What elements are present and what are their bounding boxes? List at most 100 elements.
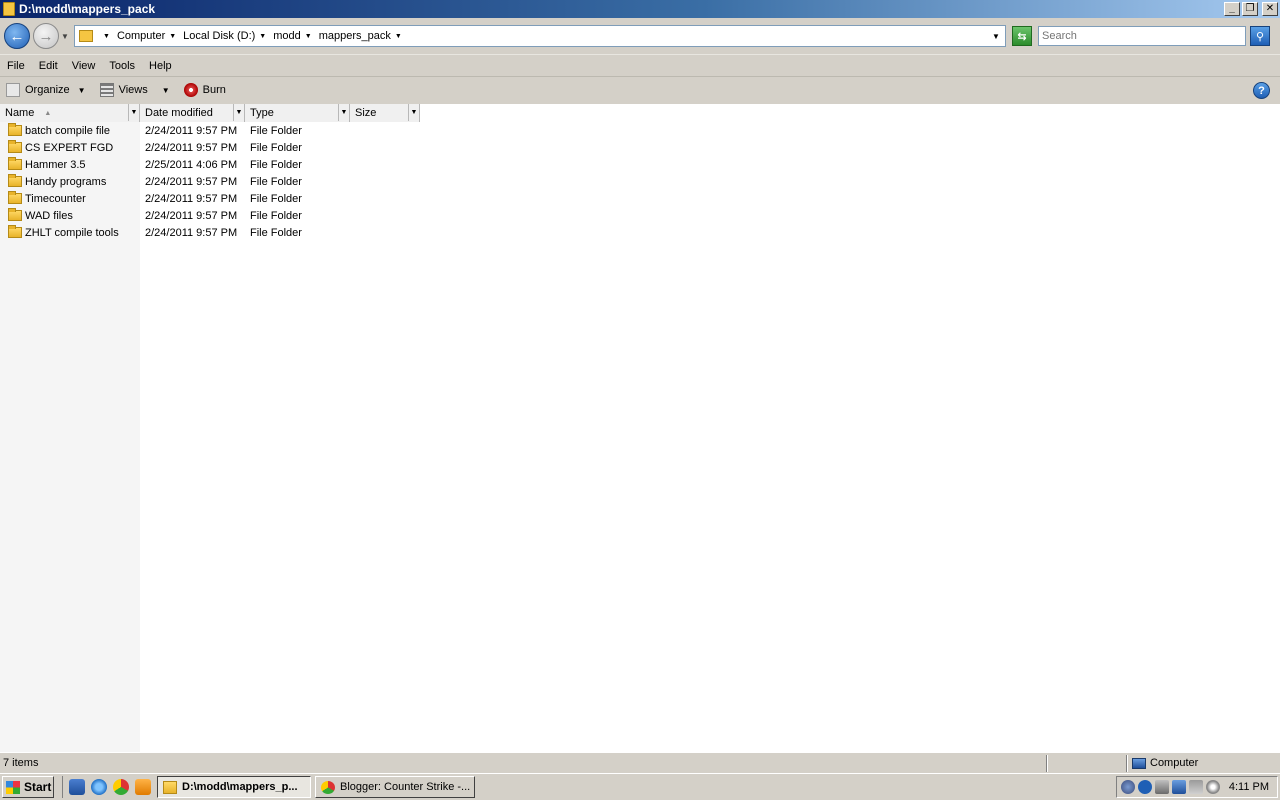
volume-icon[interactable] xyxy=(1206,780,1220,794)
magnifier-icon: ⚲ xyxy=(1255,30,1265,43)
start-label: Start xyxy=(24,780,52,794)
file-name[interactable]: Handy programs xyxy=(25,176,106,188)
breadcrumb-modd[interactable]: modd xyxy=(273,30,301,42)
file-name[interactable]: CS EXPERT FGD xyxy=(25,142,113,154)
breadcrumb-mappers-pack[interactable]: mappers_pack xyxy=(319,30,391,42)
app-c-icon[interactable] xyxy=(1138,780,1152,794)
close-button[interactable]: ✕ xyxy=(1262,2,1278,16)
file-date: 2/24/2011 9:57 PM xyxy=(145,192,238,205)
table-row[interactable]: Hammer 3.5 2/25/2011 4:06 PM File Folder xyxy=(0,156,350,173)
minimize-button[interactable]: _ xyxy=(1224,2,1240,16)
network-globe-icon[interactable] xyxy=(1121,780,1135,794)
title-bar[interactable]: D:\modd\mappers_pack _ ❐ ✕ xyxy=(0,0,1280,18)
folder-icon xyxy=(163,780,177,794)
search-input[interactable] xyxy=(1038,26,1246,46)
file-date: 2/25/2011 4:06 PM xyxy=(145,158,238,171)
menu-help[interactable]: Help xyxy=(142,60,179,72)
taskbar: Start D:\modd\mappers_p... Blogger: Coun… xyxy=(0,773,1280,800)
item-count: 7 items xyxy=(0,754,1047,772)
folder-icon xyxy=(3,2,15,16)
burn-label: Burn xyxy=(202,84,226,96)
file-name[interactable]: batch compile file xyxy=(25,125,110,137)
restore-button[interactable]: ❐ xyxy=(1242,2,1258,16)
table-row[interactable]: Timecounter 2/24/2011 9:57 PM File Folde… xyxy=(0,190,350,207)
file-name[interactable]: ZHLT compile tools xyxy=(25,227,119,239)
table-row[interactable]: WAD files 2/24/2011 9:57 PM File Folder xyxy=(0,207,350,224)
chevron-down-icon[interactable]: ▼ xyxy=(169,33,176,40)
chevron-down-icon[interactable]: ▼ xyxy=(103,33,110,40)
address-bar[interactable]: ▼ Computer ▼ Local Disk (D:) ▼ modd ▼ ma… xyxy=(74,25,1006,47)
views-button[interactable]: Views ▼ xyxy=(99,83,170,97)
column-filter-dropdown[interactable]: ▼ xyxy=(408,104,419,121)
file-type: File Folder xyxy=(250,141,302,154)
taskbar-item-label: D:\modd\mappers_p... xyxy=(182,781,298,793)
recent-pages-dropdown[interactable]: ▼ xyxy=(60,32,70,41)
column-type-label: Type xyxy=(250,107,274,119)
taskbar-item-explorer[interactable]: D:\modd\mappers_p... xyxy=(157,776,311,798)
help-button[interactable]: ? xyxy=(1253,82,1270,99)
menu-bar: File Edit View Tools Help xyxy=(0,54,1280,76)
chevron-down-icon[interactable]: ▼ xyxy=(259,33,266,40)
quick-launch xyxy=(62,776,151,798)
file-name[interactable]: Timecounter xyxy=(25,193,86,205)
back-button[interactable]: ← xyxy=(4,23,30,49)
table-row[interactable]: ZHLT compile tools 2/24/2011 9:57 PM Fil… xyxy=(0,224,350,241)
monitor-icon[interactable] xyxy=(1189,780,1203,794)
table-row[interactable]: CS EXPERT FGD 2/24/2011 9:57 PM File Fol… xyxy=(0,139,350,156)
column-type[interactable]: Type ▼ xyxy=(245,104,350,122)
file-type: File Folder xyxy=(250,124,302,137)
device-icon[interactable] xyxy=(1155,780,1169,794)
search-button[interactable]: ⚲ xyxy=(1250,26,1270,46)
file-type: File Folder xyxy=(250,192,302,205)
menu-edit[interactable]: Edit xyxy=(32,60,65,72)
chevron-down-icon: ▼ xyxy=(161,85,170,95)
column-name[interactable]: Name ▲ ▼ xyxy=(0,104,140,122)
chrome-icon xyxy=(321,780,335,794)
breadcrumb-computer[interactable]: Computer xyxy=(117,30,165,42)
column-filter-dropdown[interactable]: ▼ xyxy=(233,104,244,121)
column-filter-dropdown[interactable]: ▼ xyxy=(128,104,139,121)
breadcrumb-local-disk[interactable]: Local Disk (D:) xyxy=(183,30,255,42)
file-type: File Folder xyxy=(250,209,302,222)
column-filter-dropdown[interactable]: ▼ xyxy=(338,104,349,121)
internet-explorer-icon[interactable] xyxy=(91,779,107,795)
organize-label: Organize xyxy=(25,84,70,96)
organize-icon xyxy=(6,83,20,97)
show-desktop-icon[interactable] xyxy=(69,779,85,795)
refresh-button[interactable]: ⇆ xyxy=(1012,26,1032,46)
windows-logo-icon xyxy=(6,780,20,794)
network-icon[interactable] xyxy=(1172,780,1186,794)
menu-view[interactable]: View xyxy=(65,60,103,72)
clock[interactable]: 4:11 PM xyxy=(1229,781,1269,793)
window-controls: _ ❐ ✕ xyxy=(1224,2,1278,16)
forward-button[interactable]: → xyxy=(33,23,59,49)
chevron-down-icon[interactable]: ▼ xyxy=(305,33,312,40)
folder-icon xyxy=(8,225,22,238)
taskbar-item-chrome[interactable]: Blogger: Counter Strike -... xyxy=(315,776,475,798)
column-date-label: Date modified xyxy=(145,107,213,119)
status-location: Computer xyxy=(1127,754,1280,772)
file-rows: batch compile file 2/24/2011 9:57 PM Fil… xyxy=(0,122,350,241)
chevron-down-icon[interactable]: ▼ xyxy=(395,33,402,40)
column-header-filler xyxy=(420,104,1280,122)
computer-icon xyxy=(1132,757,1146,769)
chrome-icon[interactable] xyxy=(113,779,129,795)
folder-icon xyxy=(8,191,22,204)
menu-tools[interactable]: Tools xyxy=(102,60,142,72)
file-name[interactable]: WAD files xyxy=(25,210,73,222)
column-date-modified[interactable]: Date modified ▼ xyxy=(140,104,245,122)
organize-button[interactable]: Organize ▼ xyxy=(6,83,86,97)
media-player-icon[interactable] xyxy=(135,779,151,795)
table-row[interactable]: Handy programs 2/24/2011 9:57 PM File Fo… xyxy=(0,173,350,190)
column-size[interactable]: Size ▼ xyxy=(350,104,420,122)
table-row[interactable]: batch compile file 2/24/2011 9:57 PM Fil… xyxy=(0,122,350,139)
file-name[interactable]: Hammer 3.5 xyxy=(25,159,86,171)
folder-icon xyxy=(8,157,22,170)
address-history-dropdown[interactable]: ▼ xyxy=(987,32,1005,41)
forward-arrow-icon: → xyxy=(38,27,54,45)
start-button[interactable]: Start xyxy=(2,776,54,798)
file-type: File Folder xyxy=(250,158,302,171)
file-list[interactable]: batch compile file 2/24/2011 9:57 PM Fil… xyxy=(0,122,1280,752)
menu-file[interactable]: File xyxy=(0,60,32,72)
burn-button[interactable]: Burn xyxy=(183,83,226,97)
